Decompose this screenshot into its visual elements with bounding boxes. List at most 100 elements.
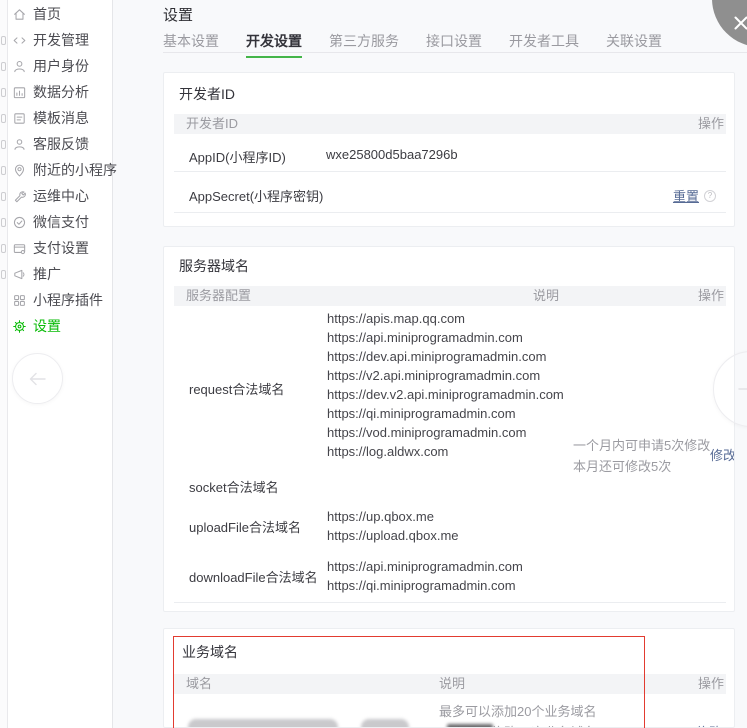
sidebar-item-label: 首页 — [33, 4, 61, 24]
request-domain-list: https://apis.map.qq.com https://api.mini… — [327, 309, 564, 461]
sidebar-item-promotion[interactable]: 推广 — [8, 261, 112, 287]
page-title: 设置 — [163, 4, 193, 25]
domain-url: https://vod.miniprogramadmin.com — [327, 423, 564, 442]
column-header-action: 操作 — [698, 114, 724, 134]
domain-url: https://up.qbox.me — [327, 507, 459, 526]
server-domains-note: 一个月内可申请5次修改 本月还可修改5次 — [573, 435, 710, 477]
business-domains-table-header: 域名 说明 操作 — [174, 674, 726, 694]
developer-id-card: 开发者ID 开发者ID 操作 AppID(小程序ID) wxe25800d5ba… — [163, 72, 735, 227]
domain-url: https://qi.miniprogramadmin.com — [327, 576, 523, 595]
appsecret-label: AppSecret(小程序密钥) — [189, 186, 323, 205]
section-title-developer-id: 开发者ID — [179, 84, 235, 104]
sidebar-item-feedback[interactable]: 客服反馈 — [8, 131, 112, 157]
tab-third-party[interactable]: 第三方服务 — [329, 31, 399, 58]
downloadfile-domain-label: downloadFile合法域名 — [189, 567, 318, 586]
clipped-icon-fragment — [1, 114, 6, 123]
column-header: 服务器配置 — [186, 286, 251, 306]
sidebar-item-plugins[interactable]: 小程序插件 — [8, 287, 112, 313]
sidebar-item-ops-center[interactable]: 运维中心 — [8, 183, 112, 209]
modify-business-domains-link[interactable]: 修改 — [696, 722, 722, 728]
sidebar-item-settings[interactable]: 设置 — [8, 313, 112, 339]
location-pin-icon — [12, 163, 27, 178]
clipped-icon-fragment — [1, 270, 6, 279]
section-title-business-domains: 业务域名 — [182, 642, 238, 662]
tab-api-settings[interactable]: 接口设置 — [426, 31, 482, 58]
domain-url: https://api.miniprogramadmin.com — [327, 557, 523, 576]
appid-value: wxe25800d5baa7296b — [326, 147, 458, 162]
sidebar-menu: 首页 开发管理 用户身份 数据分析 模板消息 客服反馈 — [8, 0, 112, 339]
prev-page-button[interactable] — [12, 353, 63, 404]
column-header: 域名 — [186, 674, 212, 694]
sidebar-item-label: 微信支付 — [33, 212, 89, 232]
tab-dev-tools[interactable]: 开发者工具 — [509, 31, 579, 58]
sidebar-item-wechat-pay[interactable]: 微信支付 — [8, 209, 112, 235]
column-header-desc: 说明 — [533, 286, 559, 306]
socket-domain-label: socket合法域名 — [189, 477, 279, 496]
tab-basic-settings[interactable]: 基本设置 — [163, 31, 219, 58]
sidebar-item-template-message[interactable]: 模板消息 — [8, 105, 112, 131]
sidebar-item-home[interactable]: 首页 — [8, 1, 112, 27]
sidebar-item-label: 用户身份 — [33, 56, 89, 76]
domain-url: https://apis.map.qq.com — [327, 309, 564, 328]
sidebar-item-label: 运维中心 — [33, 186, 89, 206]
sidebar-item-label: 小程序插件 — [33, 290, 103, 310]
note-line: 一个月内可申请5次修改 — [573, 435, 710, 456]
sidebar-item-user-identity[interactable]: 用户身份 — [8, 53, 112, 79]
section-title-server-domains: 服务器域名 — [179, 256, 249, 276]
clipped-icon-fragment — [1, 218, 6, 227]
domain-url: https://qi.miniprogramadmin.com — [327, 404, 564, 423]
modify-server-domains-link[interactable]: 修改 — [710, 445, 735, 464]
clipped-icon-fragment — [1, 62, 6, 71]
tab-related-settings[interactable]: 关联设置 — [606, 31, 662, 58]
column-header-desc: 说明 — [439, 674, 465, 694]
column-header: 开发者ID — [186, 114, 238, 134]
sidebar-item-label: 开发管理 — [33, 30, 89, 50]
appsecret-actions: 重置 ? — [673, 186, 716, 205]
domain-url: https://upload.qbox.me — [327, 526, 459, 545]
template-message-icon — [12, 111, 27, 126]
uploadfile-domain-label: uploadFile合法域名 — [189, 517, 301, 536]
clipped-icon-fragment — [1, 140, 6, 149]
sidebar-item-label: 模板消息 — [33, 108, 89, 128]
sidebar-item-label: 附近的小程序 — [33, 160, 117, 180]
uploadfile-domain-list: https://up.qbox.me https://upload.qbox.m… — [327, 507, 459, 545]
arrow-left-icon — [25, 366, 51, 392]
redacted-text — [447, 724, 493, 728]
megaphone-icon — [12, 267, 27, 282]
sidebar-item-pay-settings[interactable]: 支付设置 — [8, 235, 112, 261]
server-domains-table-header: 服务器配置 说明 操作 — [174, 286, 726, 306]
note-line: 最多可以添加20个业务域名 — [439, 701, 596, 722]
domain-url: https://dev.api.miniprogramadmin.com — [327, 347, 564, 366]
column-header-action: 操作 — [698, 674, 724, 694]
background-window-edge — [0, 0, 8, 728]
business-domains-card: 业务域名 域名 说明 操作 最多可以添加20个业务域名 一个月可修改50次业务域… — [163, 628, 735, 728]
clipped-icon-fragment — [1, 192, 6, 201]
domain-url: https://log.aldwx.com — [327, 442, 564, 461]
clipped-icon-fragment — [1, 88, 6, 97]
close-icon[interactable] — [732, 14, 747, 32]
redacted-domain — [361, 719, 409, 728]
help-icon[interactable]: ? — [704, 190, 716, 202]
sidebar-item-nearby-miniprogram[interactable]: 附近的小程序 — [8, 157, 112, 183]
feedback-icon — [12, 137, 27, 152]
reset-appsecret-link[interactable]: 重置 — [673, 186, 699, 205]
settings-tabs: 基本设置 开发设置 第三方服务 接口设置 开发者工具 关联设置 — [163, 31, 662, 58]
sidebar-item-label: 数据分析 — [33, 82, 89, 102]
wechat-mp-settings-page: 首页 开发管理 用户身份 数据分析 模板消息 客服反馈 — [0, 0, 747, 728]
domain-url: https://v2.api.miniprogramadmin.com — [327, 366, 564, 385]
sidebar-item-label: 支付设置 — [33, 238, 89, 258]
appid-label: AppID(小程序ID) — [189, 147, 286, 166]
note-line: 本月还可修改5次 — [573, 456, 710, 477]
plugin-grid-icon — [12, 293, 27, 308]
column-header-action: 操作 — [698, 286, 724, 306]
gear-icon — [12, 319, 27, 334]
bar-chart-icon — [12, 85, 27, 100]
wrench-icon — [12, 189, 27, 204]
tab-dev-settings[interactable]: 开发设置 — [246, 31, 302, 58]
arrow-right-icon — [731, 369, 747, 409]
sidebar-item-data-analysis[interactable]: 数据分析 — [8, 79, 112, 105]
row-divider — [174, 171, 726, 172]
row-divider — [174, 212, 726, 213]
row-divider — [174, 602, 726, 603]
sidebar-item-dev-management[interactable]: 开发管理 — [8, 27, 112, 53]
